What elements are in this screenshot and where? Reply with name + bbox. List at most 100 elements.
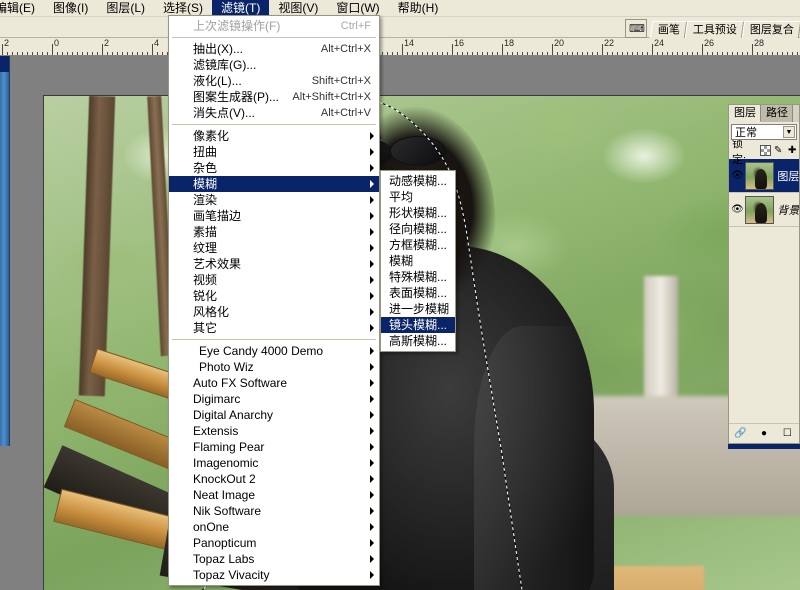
submenu-item-surface-blur[interactable]: 表面模糊... <box>381 285 455 301</box>
menu-item-blur-label: 模糊 <box>193 177 218 191</box>
well-tab-tool-presets[interactable]: 工具预设 <box>684 21 745 38</box>
tab-layers[interactable]: 图层 <box>729 105 761 122</box>
ruler-major-tick <box>2 44 3 55</box>
ruler-minor-tick <box>537 52 538 55</box>
menu-item-onone[interactable]: onOne <box>169 519 379 535</box>
menu-item-texture[interactable]: 纹理 <box>169 240 379 256</box>
ruler-major-tick <box>552 44 553 55</box>
menu-item-extract[interactable]: 抽出(X)... Alt+Ctrl+X <box>169 41 379 57</box>
eye-icon[interactable]: 👁 <box>730 170 745 181</box>
menu-item-digimarc-label: Digimarc <box>193 392 241 406</box>
menu-image[interactable]: 图像(I) <box>44 0 97 16</box>
submenu-item-blur-more[interactable]: 进一步模糊 <box>381 301 455 317</box>
menu-item-digimarc[interactable]: Digimarc <box>169 391 379 407</box>
submenu-item-radial-blur-label: 径向模糊... <box>389 222 448 236</box>
eye-icon[interactable]: 👁 <box>730 204 745 215</box>
submenu-item-smart-blur[interactable]: 特殊模糊... <box>381 269 455 285</box>
menu-item-knockout[interactable]: KnockOut 2 <box>169 471 379 487</box>
menu-item-artistic[interactable]: 艺术效果 <box>169 256 379 272</box>
menu-item-pixelate[interactable]: 像素化 <box>169 128 379 144</box>
menu-item-noise-label: 杂色 <box>193 161 218 175</box>
ruler-minor-tick <box>707 52 708 55</box>
menu-item-last-filter[interactable]: 上次滤镜操作(F) Ctrl+F <box>169 18 379 34</box>
menu-item-extensis[interactable]: Extensis <box>169 423 379 439</box>
menu-item-digital-anarchy[interactable]: Digital Anarchy <box>169 407 379 423</box>
submenu-item-radial-blur[interactable]: 径向模糊... <box>381 221 455 237</box>
fx-icon[interactable]: ● <box>757 427 771 441</box>
ruler-minor-tick <box>632 52 633 55</box>
submenu-item-motion-blur[interactable]: 动感模糊... <box>381 173 455 189</box>
menu-view[interactable]: 视图(V) <box>269 0 327 16</box>
submenu-item-shape-blur[interactable]: 形状模糊... <box>381 205 455 221</box>
chevron-right-icon <box>370 164 374 172</box>
layers-panel[interactable]: 图层 路径 正常 ▼ 锁定: ✎ ✚ 👁 图层 👁 背景 🔗 ● ☐ <box>728 104 800 444</box>
chevron-down-icon[interactable]: ▼ <box>783 126 795 138</box>
menu-item-pattern-maker[interactable]: 图案生成器(P)... Alt+Shift+Ctrl+X <box>169 89 379 105</box>
well-tab-layer-comps[interactable]: 图层复合 <box>741 21 800 38</box>
ruler-minor-tick <box>582 52 583 55</box>
link-icon[interactable]: 🔗 <box>734 427 748 441</box>
mask-icon[interactable]: ☐ <box>780 427 794 441</box>
layer-row-2[interactable]: 👁 背景 <box>729 193 799 227</box>
menu-help[interactable]: 帮助(H) <box>389 0 448 16</box>
menu-item-imagenomic[interactable]: Imagenomic <box>169 455 379 471</box>
tab-paths[interactable]: 路径 <box>761 105 793 122</box>
menu-item-stylize[interactable]: 风格化 <box>169 304 379 320</box>
submenu-item-lens-blur[interactable]: 镜头模糊... <box>381 317 455 333</box>
menu-item-video[interactable]: 视频 <box>169 272 379 288</box>
menu-item-other[interactable]: 其它 <box>169 320 379 336</box>
submenu-item-gaussian-blur[interactable]: 高斯模糊... <box>381 333 455 349</box>
ruler-minor-tick <box>472 52 473 55</box>
menu-item-brush-strokes-label: 画笔描边 <box>193 209 242 223</box>
menu-item-liquify[interactable]: 液化(L)... Shift+Ctrl+X <box>169 73 379 89</box>
filter-dropdown-menu[interactable]: 上次滤镜操作(F) Ctrl+F 抽出(X)... Alt+Ctrl+X 滤镜库… <box>168 15 380 586</box>
menu-edit[interactable]: 编辑(E) <box>0 0 44 16</box>
ruler-number: 16 <box>454 38 465 48</box>
menu-item-brush-strokes[interactable]: 画笔描边 <box>169 208 379 224</box>
menu-item-filter-gallery[interactable]: 滤镜库(G)... <box>169 57 379 73</box>
menu-item-photo-wiz[interactable]: Photo Wiz <box>169 359 379 375</box>
ruler-minor-tick <box>542 52 543 55</box>
menu-item-sketch[interactable]: 素描 <box>169 224 379 240</box>
chevron-right-icon <box>370 148 374 156</box>
menu-select[interactable]: 选择(S) <box>154 0 212 16</box>
menu-item-topaz-vivacity[interactable]: Topaz Vivacity <box>169 567 379 583</box>
menu-item-sharpen[interactable]: 锐化 <box>169 288 379 304</box>
menu-item-panopticum[interactable]: Panopticum <box>169 535 379 551</box>
transparency-lock-icon[interactable] <box>760 145 772 156</box>
brush-lock-icon[interactable]: ✎ <box>774 145 785 156</box>
ruler-minor-tick <box>557 52 558 55</box>
menu-item-vanishing-point[interactable]: 消失点(V)... Alt+Ctrl+V <box>169 105 379 121</box>
blur-submenu[interactable]: 动感模糊... 平均 形状模糊... 径向模糊... 方框模糊... 模糊 特殊… <box>380 170 456 352</box>
menu-item-blur[interactable]: 模糊 <box>169 176 379 192</box>
submenu-item-surface-blur-label: 表面模糊... <box>389 286 448 300</box>
menu-item-nik-software[interactable]: Nik Software <box>169 503 379 519</box>
chevron-right-icon <box>370 539 374 547</box>
submenu-item-average[interactable]: 平均 <box>381 189 455 205</box>
ruler-minor-tick <box>142 52 143 55</box>
submenu-item-box-blur[interactable]: 方框模糊... <box>381 237 455 253</box>
menu-item-topaz-labs[interactable]: Topaz Labs <box>169 551 379 567</box>
menu-window[interactable]: 窗口(W) <box>327 0 388 16</box>
menu-item-distort[interactable]: 扭曲 <box>169 144 379 160</box>
blend-mode-select[interactable]: 正常 ▼ <box>731 124 797 140</box>
menu-item-eye-candy[interactable]: Eye Candy 4000 Demo <box>169 343 379 359</box>
menu-item-noise[interactable]: 杂色 <box>169 160 379 176</box>
horizontal-ruler[interactable]: 2024681012141618202224262830 <box>0 38 800 56</box>
well-tab-brushes[interactable]: 画笔 <box>649 21 688 38</box>
ruler-minor-tick <box>382 52 383 55</box>
menu-item-render[interactable]: 渲染 <box>169 192 379 208</box>
layer-name[interactable]: 图层 <box>777 168 799 184</box>
menu-item-flaming-pear[interactable]: Flaming Pear <box>169 439 379 455</box>
layer-name[interactable]: 背景 <box>777 202 799 218</box>
menu-layer[interactable]: 图层(L) <box>97 0 154 16</box>
menu-filter[interactable]: 滤镜(T) <box>212 0 270 16</box>
screen-mode-icon[interactable]: ⌨ <box>625 19 647 38</box>
submenu-item-blur[interactable]: 模糊 <box>381 253 455 269</box>
menu-item-flaming-pear-label: Flaming Pear <box>193 440 265 454</box>
move-lock-icon[interactable]: ✚ <box>788 145 799 156</box>
ruler-minor-tick <box>722 52 723 55</box>
submenu-item-gaussian-blur-label: 高斯模糊... <box>389 334 448 348</box>
menu-item-neat-image[interactable]: Neat Image <box>169 487 379 503</box>
menu-item-auto-fx[interactable]: Auto FX Software <box>169 375 379 391</box>
